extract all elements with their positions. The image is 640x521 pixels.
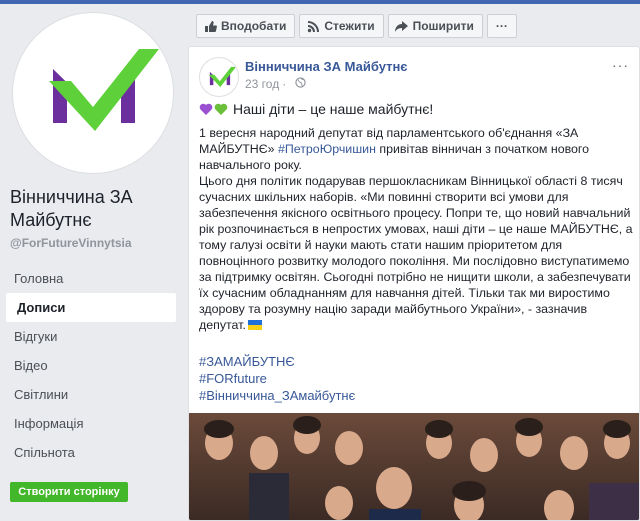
post-photo[interactable] — [189, 413, 639, 520]
meta-separator: · — [282, 77, 287, 91]
post-options-button[interactable]: ··· — [612, 57, 629, 73]
page-actions: Вподобати Стежити Поширити ··· — [196, 14, 521, 40]
group-photo-image — [189, 413, 639, 520]
post-paragraph-2: Цього дня політик подарував першокласник… — [199, 173, 635, 333]
page-avatar[interactable] — [12, 12, 174, 174]
share-label: Поширити — [412, 19, 474, 33]
like-label: Вподобати — [221, 19, 287, 33]
hashtag-link-inline[interactable]: #ПетроЮрчишин — [278, 142, 376, 156]
nav-item-reviews[interactable]: Відгуки — [6, 322, 176, 351]
share-arrow-icon — [395, 19, 409, 33]
hashtag-list: #ЗАМАЙБУТНЄ #FORfuture #Вінниччина_ЗАмай… — [199, 353, 355, 404]
logo-small-icon — [208, 66, 237, 88]
follow-button[interactable]: Стежити — [299, 14, 384, 38]
nav-item-posts[interactable]: Дописи — [6, 293, 176, 322]
post-paragraph-1: 1 вересня народний депутат від парламент… — [199, 125, 635, 173]
thumbs-up-icon — [203, 19, 217, 33]
more-label: ··· — [495, 19, 508, 33]
create-page-button[interactable]: Створити сторінку — [10, 482, 128, 502]
hearts-emoji-icon — [199, 102, 229, 116]
nav-item-videos[interactable]: Відео — [6, 351, 176, 380]
post-headline-row: Наші діти – це наше майбутнє! — [199, 101, 433, 117]
left-column: Вінниччина ЗА Майбутнє @ForFutureVinnyts… — [0, 4, 186, 521]
ukraine-flag-icon — [247, 320, 262, 330]
para2-text: Цього дня політик подарував першокласник… — [199, 174, 633, 332]
page-nav: Головна Дописи Відгуки Відео Світлини Ін… — [6, 264, 176, 467]
share-button[interactable]: Поширити — [387, 14, 483, 38]
post-author[interactable]: Вінниччина ЗА Майбутнє — [245, 59, 407, 74]
post-body: 1 вересня народний депутат від парламент… — [199, 125, 635, 333]
post-author-avatar[interactable] — [199, 57, 239, 97]
like-button[interactable]: Вподобати — [196, 14, 296, 38]
rss-icon — [306, 19, 320, 33]
more-button[interactable]: ··· — [486, 14, 517, 38]
post-meta: 23 год · — [245, 77, 306, 91]
nav-item-photos[interactable]: Світлини — [6, 380, 176, 409]
logo-icon — [49, 49, 159, 131]
hashtag-link[interactable]: #FORfuture — [199, 370, 355, 387]
post-card: Вінниччина ЗА Майбутнє 23 год · ··· Наші… — [188, 46, 640, 521]
hashtag-link[interactable]: #ЗАМАЙБУТНЄ — [199, 353, 355, 370]
nav-item-about[interactable]: Інформація — [6, 409, 176, 438]
page-handle[interactable]: @ForFutureVinnytsia — [10, 236, 132, 250]
globe-icon — [295, 77, 306, 91]
nav-item-community[interactable]: Спільнота — [6, 438, 176, 467]
follow-label: Стежити — [324, 19, 375, 33]
post-time[interactable]: 23 год — [245, 77, 279, 91]
post-headline: Наші діти – це наше майбутнє! — [233, 101, 434, 117]
nav-item-home[interactable]: Головна — [6, 264, 176, 293]
hashtag-link[interactable]: #Вінниччина_ЗАмайбутнє — [199, 387, 355, 404]
page-title: Вінниччина ЗА Майбутнє — [10, 187, 133, 230]
